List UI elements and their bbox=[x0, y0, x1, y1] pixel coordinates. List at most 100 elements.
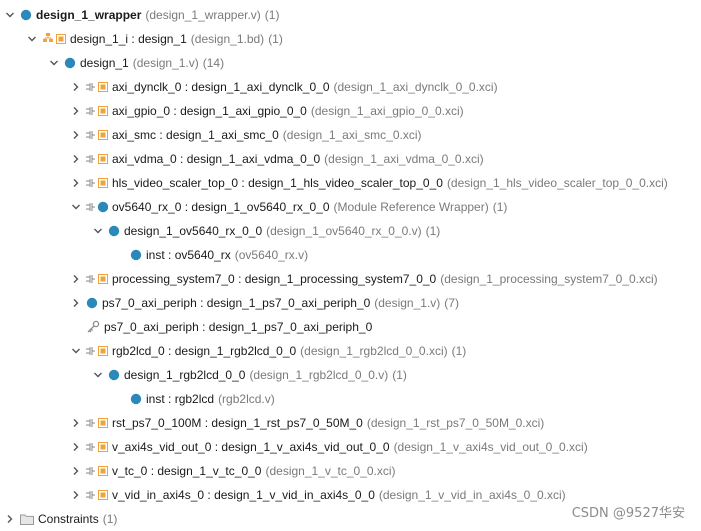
name-module-separator: : bbox=[164, 248, 175, 262]
tree-node-name: design_1 bbox=[80, 56, 129, 70]
tree-node-module: design_1_v_tc_0_0 bbox=[157, 464, 262, 478]
tree-row[interactable]: ps7_0_axi_periph : design_1_ps7_0_axi_pe… bbox=[0, 315, 701, 339]
ip-block-icon bbox=[86, 80, 108, 94]
tree-row[interactable]: axi_gpio_0 : design_1_axi_gpio_0_0 (desig… bbox=[0, 99, 701, 123]
tree-node-name: axi_vdma_0 bbox=[112, 152, 177, 166]
tree-node-module: design_1_v_vid_in_axi4s_0_0 bbox=[214, 488, 375, 502]
ip-block-icon bbox=[86, 416, 108, 430]
tree-node-module: design_1 bbox=[138, 32, 187, 46]
tree-node-name: design_1_rgb2lcd_0_0 bbox=[124, 368, 246, 382]
tree-row[interactable]: hls_video_scaler_top_0 : design_1_hls_vi… bbox=[0, 171, 701, 195]
chevron-right-icon[interactable] bbox=[70, 129, 82, 141]
tree-row[interactable]: design_1_ov5640_rx_0_0 (design_1_ov5640_r… bbox=[0, 219, 701, 243]
tree-row[interactable]: ov5640_rx_0 : design_1_ov5640_rx_0_0 (Mod… bbox=[0, 195, 701, 219]
chevron-down-icon[interactable] bbox=[92, 225, 104, 237]
tree-row[interactable]: inst : ov5640_rx (ov5640_rx.v) bbox=[0, 243, 701, 267]
tree-node-source-file: (design_1_processing_system7_0_0.xci) bbox=[440, 272, 658, 286]
chevron-down-icon[interactable] bbox=[70, 201, 82, 213]
tree-node-name: rst_ps7_0_100M bbox=[112, 416, 202, 430]
tree-row[interactable]: inst : rgb2lcd (rgb2lcd.v) bbox=[0, 387, 701, 411]
tree-node-module: design_1_axi_smc_0 bbox=[166, 128, 279, 142]
circle-icon bbox=[130, 393, 142, 405]
tree-node-module: rgb2lcd bbox=[174, 392, 215, 406]
circle-icon bbox=[108, 225, 120, 237]
chevron-right-icon[interactable] bbox=[70, 177, 82, 189]
tree-node-name: Constraints bbox=[38, 512, 99, 526]
tree-node-module: design_1_axi_vdma_0_0 bbox=[186, 152, 321, 166]
chevron-right-icon[interactable] bbox=[70, 81, 82, 93]
name-module-separator: : bbox=[147, 464, 158, 478]
chevron-right-icon[interactable] bbox=[70, 465, 82, 477]
chevron-down-icon[interactable] bbox=[92, 369, 104, 381]
name-module-separator: : bbox=[164, 344, 175, 358]
chevron-down-icon[interactable] bbox=[48, 57, 60, 69]
chevron-down-icon[interactable] bbox=[70, 345, 82, 357]
ip-block-icon bbox=[86, 488, 108, 502]
name-module-separator: : bbox=[201, 416, 212, 430]
tree-node-count: (1) bbox=[392, 368, 407, 382]
tree-node-name: inst bbox=[146, 248, 165, 262]
tree-row[interactable]: design_1_wrapper (design_1_wrapper.v) (1) bbox=[0, 3, 701, 27]
tree-node-source-file: (design_1_v_axi4s_vid_out_0_0.xci) bbox=[393, 440, 588, 454]
circle-icon bbox=[20, 9, 32, 21]
tree-node-name: ov5640_rx_0 bbox=[112, 200, 182, 214]
tree-node-source-file: (design_1.v) bbox=[132, 56, 199, 70]
tree-row[interactable]: processing_system7_0 : design_1_processi… bbox=[0, 267, 701, 291]
tree-node-module: design_1_ps7_0_axi_periph_0 bbox=[208, 320, 373, 334]
tree-node-module: design_1_axi_gpio_0_0 bbox=[180, 104, 307, 118]
chevron-down-icon[interactable] bbox=[26, 33, 38, 45]
tree-row[interactable]: axi_vdma_0 : design_1_axi_vdma_0_0 (desig… bbox=[0, 147, 701, 171]
tree-row[interactable]: design_1_i : design_1 (design_1.bd) (1) bbox=[0, 27, 701, 51]
tree-node-name: rgb2lcd_0 bbox=[112, 344, 165, 358]
tree-node-module: design_1_processing_system7_0_0 bbox=[244, 272, 437, 286]
chevron-down-icon[interactable] bbox=[4, 9, 16, 21]
ip-block-icon bbox=[86, 272, 108, 286]
tree-row[interactable]: v_axi4s_vid_out_0 : design_1_v_axi4s_vid… bbox=[0, 435, 701, 459]
name-module-separator: : bbox=[204, 488, 215, 502]
tree-node-name: axi_gpio_0 bbox=[112, 104, 171, 118]
tree-row[interactable]: axi_smc : design_1_axi_smc_0 (design_1_ax… bbox=[0, 123, 701, 147]
tree-node-module: design_1_hls_video_scaler_top_0_0 bbox=[248, 176, 443, 190]
tree-node-source-file: (rgb2lcd.v) bbox=[218, 392, 275, 406]
tree-node-count: (1) bbox=[268, 32, 283, 46]
chevron-right-icon[interactable] bbox=[70, 153, 82, 165]
tree-node-source-file: (design_1_rst_ps7_0_50M_0.xci) bbox=[366, 416, 545, 430]
tree-node-source-file: (design_1_ov5640_rx_0_0.v) bbox=[266, 224, 422, 238]
chevron-right-icon[interactable] bbox=[70, 297, 82, 309]
tree-node-name: v_vid_in_axi4s_0 bbox=[112, 488, 205, 502]
tree-node-name: axi_dynclk_0 bbox=[112, 80, 182, 94]
tree-row[interactable]: rgb2lcd_0 : design_1_rgb2lcd_0_0 (design_… bbox=[0, 339, 701, 363]
tree-node-source-file: (design_1_wrapper.v) bbox=[145, 8, 261, 22]
tree-node-module: design_1_ov5640_rx_0_0 bbox=[191, 200, 330, 214]
tree-row[interactable]: ps7_0_axi_periph : design_1_ps7_0_axi_pe… bbox=[0, 291, 701, 315]
folder-icon bbox=[20, 513, 34, 525]
chevron-right-icon[interactable] bbox=[4, 513, 16, 525]
tree-node-source-file: (design_1_rgb2lcd_0_0.v) bbox=[249, 368, 389, 382]
chevron-right-icon[interactable] bbox=[70, 489, 82, 501]
tree-node-count: (1) bbox=[264, 8, 280, 22]
tree-node-module: design_1_rst_ps7_0_50M_0 bbox=[211, 416, 363, 430]
hierarchy-tree: design_1_wrapper (design_1_wrapper.v) (1) d… bbox=[0, 3, 701, 531]
tree-row[interactable]: axi_dynclk_0 : design_1_axi_dynclk_0_0 (d… bbox=[0, 75, 701, 99]
chevron-right-icon[interactable] bbox=[70, 273, 82, 285]
chevron-right-icon[interactable] bbox=[70, 105, 82, 117]
tree-node-source-file: (design_1_axi_gpio_0_0.xci) bbox=[310, 104, 464, 118]
tree-row[interactable]: design_1 (design_1.v) (14) bbox=[0, 51, 701, 75]
circle-icon bbox=[130, 249, 142, 261]
tree-row[interactable]: design_1_rgb2lcd_0_0 (design_1_rgb2lcd_0_… bbox=[0, 363, 701, 387]
chevron-right-icon[interactable] bbox=[70, 441, 82, 453]
tree-node-source-file: (design_1.v) bbox=[374, 296, 441, 310]
tree-node-module: design_1_rgb2lcd_0_0 bbox=[174, 344, 297, 358]
circle-icon bbox=[64, 57, 76, 69]
name-module-separator: : bbox=[211, 440, 222, 454]
chevron-right-icon[interactable] bbox=[70, 417, 82, 429]
ip-block-icon bbox=[86, 176, 108, 190]
tree-node-source-file: (design_1_axi_smc_0.xci) bbox=[282, 128, 422, 142]
circle-icon bbox=[86, 297, 98, 309]
tree-node-name: ps7_0_axi_periph bbox=[102, 296, 197, 310]
tree-node-source-file: (design_1_v_tc_0_0.xci) bbox=[265, 464, 396, 478]
tree-node-name: v_axi4s_vid_out_0 bbox=[112, 440, 212, 454]
tree-row[interactable]: rst_ps7_0_100M : design_1_rst_ps7_0_50M_… bbox=[0, 411, 701, 435]
name-module-separator: : bbox=[198, 320, 209, 334]
tree-row[interactable]: v_tc_0 : design_1_v_tc_0_0 (design_1_v_tc… bbox=[0, 459, 701, 483]
